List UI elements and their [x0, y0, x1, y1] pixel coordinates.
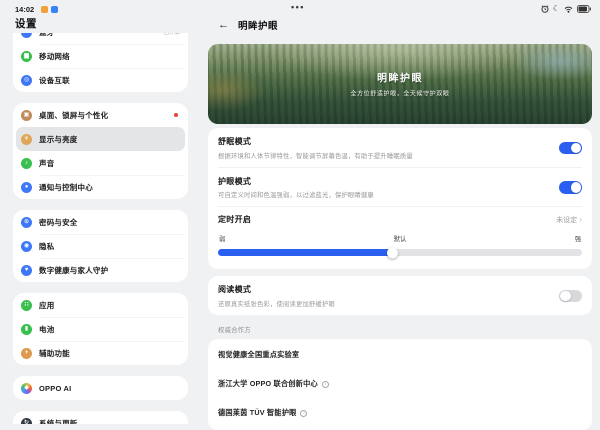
sidebar-item-accessibility[interactable]: + 辅助功能	[13, 341, 188, 365]
personalization-icon: ▣	[21, 110, 32, 121]
bluetooth-icon: ∗	[21, 33, 32, 38]
alarm-icon	[541, 5, 549, 13]
detail-title: 明眸护眼	[238, 18, 278, 32]
sleep-mode-desc: 根据环境和人体节律特性，智能调节屏幕色温，有助于提升睡眠质量	[218, 151, 413, 160]
detail-header: ← 明眸护眼	[218, 18, 278, 32]
eye-protection-toggle[interactable]	[559, 181, 582, 194]
device-connect-icon: ◎	[21, 75, 32, 86]
sidebar-item-password-security[interactable]: ⊙ 密码与安全	[13, 210, 188, 234]
clock-time: 14:02	[15, 5, 34, 14]
slider-label-strong: 强	[575, 234, 581, 243]
sidebar-item-apps[interactable]: ∷ 应用	[13, 293, 188, 317]
sidebar-group-apps: ∷ 应用 ▮ 电池 + 辅助功能	[13, 293, 188, 365]
notifications-icon: ●	[21, 182, 32, 193]
eye-care-hero-banner: 明眸护眼 全方位舒适护眼，全天候守护双眼	[208, 44, 592, 124]
privacy-icon: ◉	[21, 241, 32, 252]
banner-text: 明眸护眼 全方位舒适护眼，全天候守护双眼	[208, 70, 592, 98]
toggle-knob	[571, 182, 582, 193]
oppo-ai-icon: ◆	[21, 383, 32, 394]
sidebar-item-system-update[interactable]: ↻ 系统与更新	[13, 411, 188, 424]
partner-row-visual-health-lab: 视觉健康全国重点实验室	[218, 341, 582, 370]
toggle-knob	[560, 291, 571, 302]
sidebar-group-system: ↻ 系统与更新	[13, 411, 188, 424]
reading-mode-toggle[interactable]	[559, 290, 582, 303]
eye-protection-row[interactable]: 护眼模式 可自定义时间和色温强弱，以过滤蓝光，保护眼睛健康	[218, 167, 582, 207]
sidebar-item-mobile-network[interactable]: ▆ 移动网络	[13, 44, 188, 68]
password-security-icon: ⊙	[21, 217, 32, 228]
sidebar-item-device-connect[interactable]: ◎ 设备互联	[13, 68, 188, 92]
reading-mode-title: 阅读模式	[218, 284, 335, 295]
partner-row-zju-oppo-center[interactable]: 浙江大学 OPPO 联合创新中心	[218, 370, 582, 399]
app-notification-icon	[41, 6, 48, 13]
back-arrow-icon[interactable]: ←	[218, 20, 229, 31]
toggle-knob	[571, 143, 582, 154]
app-notification-icon	[51, 6, 58, 13]
mobile-network-icon: ▆	[21, 51, 32, 62]
sidebar-item-notifications[interactable]: ● 通知与控制中心	[13, 175, 188, 199]
chevron-right-icon: ›	[579, 215, 582, 224]
partner-row-tuv-rheinland[interactable]: 德国莱茵 TÜV 智能护眼	[218, 399, 582, 428]
partners-section-label: 权威合作方	[218, 325, 592, 334]
detail-content: 明眸护眼 全方位舒适护眼，全天候守护双眼 舒眠模式 根据环境和人体节律特性，智能…	[208, 44, 592, 430]
slider-fill	[218, 249, 393, 256]
slider-label-weak: 弱	[219, 234, 225, 243]
sidebar-group-connectivity: ∗ 蓝牙 已开启 ▆ 移动网络 ◎ 设备互联	[13, 33, 188, 92]
battery-icon: ▮	[21, 324, 32, 335]
sidebar-group-oppo-ai: ◆ OPPO AI	[13, 376, 188, 400]
digital-wellbeing-icon: ♥	[21, 265, 32, 276]
sidebar-group-security: ⊙ 密码与安全 ◉ 隐私 ♥ 数字健康与家人守护	[13, 210, 188, 282]
scheduled-on-row[interactable]: 定时开启 未设定 ›	[218, 206, 582, 231]
status-icons: ☾	[541, 5, 591, 13]
sidebar-item-sound[interactable]: ♪ 声音	[13, 151, 188, 175]
sidebar-item-battery[interactable]: ▮ 电池	[13, 317, 188, 341]
reading-mode-row[interactable]: 阅读模式 还原真实纸张色彩，使阅读更加舒缓护眼	[218, 276, 582, 315]
banner-title: 明眸护眼	[208, 70, 592, 85]
eye-care-settings-card: 舒眠模式 根据环境和人体节律特性，智能调节屏幕色温，有助于提升睡眠质量 护眼模式…	[208, 128, 592, 269]
do-not-disturb-moon-icon: ☾	[553, 5, 560, 13]
sidebar-item-digital-wellbeing[interactable]: ♥ 数字健康与家人守护	[13, 258, 188, 282]
system-update-icon: ↻	[21, 418, 32, 425]
sidebar-item-privacy[interactable]: ◉ 隐私	[13, 234, 188, 258]
sleep-mode-toggle[interactable]	[559, 142, 582, 155]
sleep-mode-title: 舒眠模式	[218, 136, 413, 147]
settings-sidebar: 14:02 设置 ∗ 蓝牙 已开启 ▆ 移动网络 ◎ 设备互联 ▣ 桌面、锁屏与	[0, 0, 200, 424]
notification-icons	[41, 6, 58, 13]
sidebar-item-oppo-ai[interactable]: ◆ OPPO AI	[13, 376, 188, 400]
sidebar-item-bluetooth[interactable]: ∗ 蓝牙 已开启	[13, 33, 188, 44]
accessibility-icon: +	[21, 348, 32, 359]
sidebar-item-display-brightness[interactable]: ☀ 显示与亮度	[16, 127, 185, 151]
info-icon[interactable]	[300, 410, 307, 417]
reading-mode-card: 阅读模式 还原真实纸张色彩，使阅读更加舒缓护眼	[208, 276, 592, 315]
reading-mode-desc: 还原真实纸张色彩，使阅读更加舒缓护眼	[218, 299, 335, 308]
strength-slider-track[interactable]	[218, 249, 582, 256]
page-title: 设置	[15, 16, 37, 31]
wifi-icon	[564, 5, 573, 13]
eye-protection-title: 护眼模式	[218, 176, 374, 187]
battery-icon	[577, 5, 591, 13]
sleep-mode-row[interactable]: 舒眠模式 根据环境和人体节律特性，智能调节屏幕色温，有助于提升睡眠质量	[218, 128, 582, 167]
eye-protection-desc: 可自定义时间和色温强弱，以过滤蓝光，保护眼睛健康	[218, 190, 374, 199]
strength-slider-block: 弱 默认 强	[218, 231, 582, 269]
eye-care-detail-pane: ••• ☾ ← 明眸护眼 明眸护眼 全方位舒适护眼，全天候守护双眼	[205, 0, 600, 424]
slider-label-default: 默认	[394, 234, 407, 243]
info-icon[interactable]	[322, 381, 329, 388]
sidebar-item-personalization[interactable]: ▣ 桌面、锁屏与个性化	[13, 103, 188, 127]
slider-knob[interactable]	[387, 247, 398, 258]
sidebar-scroll-area[interactable]: ∗ 蓝牙 已开启 ▆ 移动网络 ◎ 设备互联 ▣ 桌面、锁屏与个性化 ☀ 显示与…	[13, 33, 188, 424]
more-options-icon[interactable]: •••	[291, 2, 305, 12]
scheduled-on-title: 定时开启	[218, 214, 251, 225]
sound-icon: ♪	[21, 158, 32, 169]
sidebar-group-display: ▣ 桌面、锁屏与个性化 ☀ 显示与亮度 ♪ 声音 ● 通知与控制中心	[13, 103, 188, 199]
red-badge-dot	[174, 113, 178, 117]
display-brightness-icon: ☀	[21, 134, 32, 145]
scheduled-on-value: 未设定	[556, 215, 577, 225]
partners-card: 视觉健康全国重点实验室 浙江大学 OPPO 联合创新中心 德国莱茵 TÜV 智能…	[208, 339, 592, 430]
apps-icon: ∷	[21, 300, 32, 311]
banner-subtitle: 全方位舒适护眼，全天候守护双眼	[208, 88, 592, 97]
